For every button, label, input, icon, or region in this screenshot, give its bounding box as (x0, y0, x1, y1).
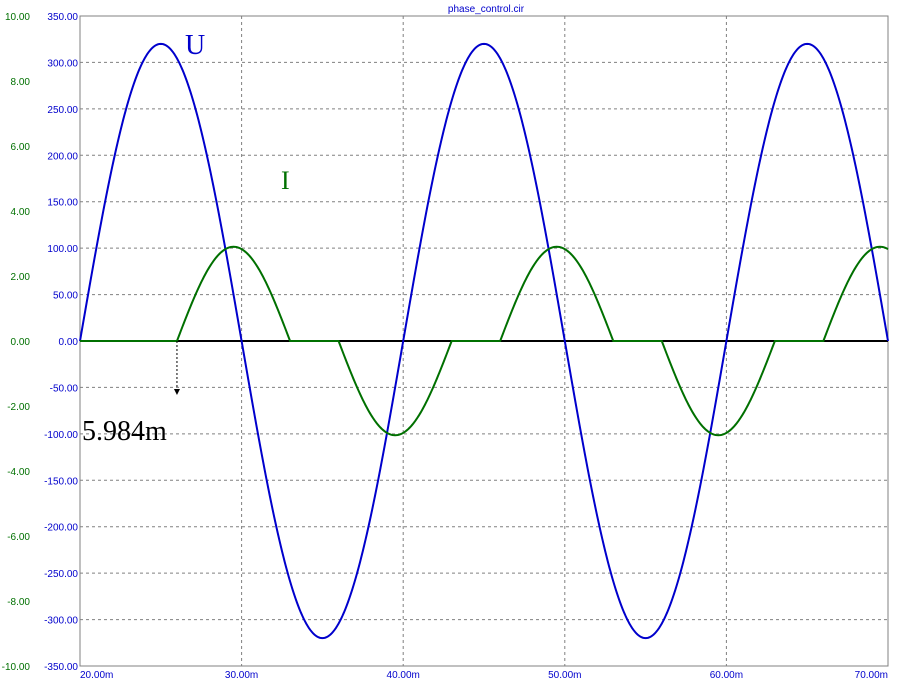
left-tick-label: -2.00 (7, 402, 30, 413)
left-tick-label: -8.00 (7, 597, 30, 608)
right-tick-label: -50.00 (50, 383, 79, 394)
right-tick-label: -100.00 (44, 430, 78, 441)
right-tick-label: -150.00 (44, 476, 78, 487)
left-tick-label: -6.00 (7, 532, 30, 543)
left-tick-label: -10.00 (2, 662, 31, 673)
right-tick-label: 300.00 (47, 58, 78, 69)
label-i: I (281, 166, 290, 195)
left-tick-label: -4.00 (7, 467, 30, 478)
right-tick-label: 350.00 (47, 12, 78, 23)
right-tick-label: 250.00 (47, 105, 78, 116)
right-tick-label: 0.00 (59, 337, 79, 348)
x-tick-label: 60.00m (710, 670, 743, 681)
x-tick-label: 70.00m (855, 670, 888, 681)
right-tick-label: -350.00 (44, 662, 78, 673)
left-tick-label: 6.00 (11, 142, 31, 153)
label-u: U (185, 30, 205, 61)
marker-label: 5.984m (82, 416, 167, 447)
x-tick-label: 20.00m (80, 670, 113, 681)
right-tick-label: 50.00 (53, 291, 78, 302)
left-tick-label: 8.00 (11, 77, 31, 88)
left-tick-label: 0.00 (11, 337, 31, 348)
right-tick-label: -300.00 (44, 616, 78, 627)
left-tick-label: 2.00 (11, 272, 31, 283)
right-tick-label: 100.00 (47, 244, 78, 255)
x-tick-label: 40.00m (387, 670, 420, 681)
x-tick-label: 50.00m (548, 670, 581, 681)
right-tick-label: -200.00 (44, 523, 78, 534)
chart-title: phase_control.cir (448, 4, 525, 15)
right-tick-label: 150.00 (47, 198, 78, 209)
left-tick-label: 4.00 (11, 207, 31, 218)
right-tick-label: 200.00 (47, 151, 78, 162)
chart: phase_control.cir 10.00 8.00 6.00 4.00 2.00 0… (0, 0, 912, 682)
x-tick-label: 30.00m (225, 670, 258, 681)
right-tick-label: -250.00 (44, 569, 78, 580)
left-tick-label: 10.00 (5, 12, 30, 23)
